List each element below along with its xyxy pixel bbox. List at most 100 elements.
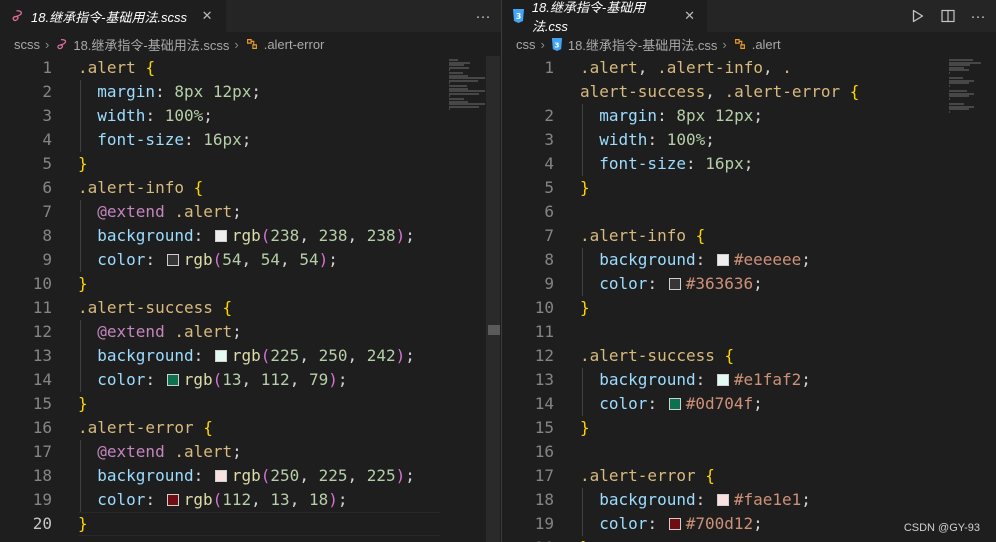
code-line[interactable]: 14 color: rgb(13, 112, 79); xyxy=(0,368,501,392)
code-line[interactable]: 9 color: rgb(54, 54, 54); xyxy=(0,248,501,272)
code-line[interactable]: 7 @extend .alert; xyxy=(0,200,501,224)
code-line[interactable]: 4 font-size: 16px; xyxy=(502,152,996,176)
code-line[interactable]: 1 .alert, .alert-info, . xyxy=(502,56,996,80)
color-swatch[interactable] xyxy=(214,470,227,482)
code-line[interactable]: 15} xyxy=(502,416,996,440)
code-line[interactable]: 14 color: #0d704f; xyxy=(502,392,996,416)
breadcrumb-symbol[interactable]: .alert-error xyxy=(264,37,325,52)
code-line[interactable]: alert-success, .alert-error { xyxy=(502,80,996,104)
code-text: background: rgb(250, 225, 225); xyxy=(78,466,415,485)
color-swatch[interactable] xyxy=(166,494,179,506)
minimap-line xyxy=(949,69,969,72)
code-text: @extend .alert; xyxy=(78,322,242,341)
line-number: 5 xyxy=(42,154,52,173)
vertical-scrollbar[interactable] xyxy=(486,56,500,542)
line-number: 10 xyxy=(32,274,52,293)
code-line[interactable]: 16 .alert-error { xyxy=(0,416,501,440)
code-line[interactable]: 18 background: #fae1e1; xyxy=(502,488,996,512)
color-swatch[interactable] xyxy=(716,494,729,506)
code-line[interactable]: 6 xyxy=(502,200,996,224)
more-actions-icon[interactable]: ··· xyxy=(970,8,986,25)
code-line[interactable]: 2 margin: 8px 12px; xyxy=(502,104,996,128)
code-line[interactable]: 11 xyxy=(502,320,996,344)
code-line[interactable]: 7 .alert-info { xyxy=(502,224,996,248)
line-number: 14 xyxy=(534,394,554,413)
color-swatch[interactable] xyxy=(214,350,227,362)
code-line[interactable]: 20} xyxy=(502,536,996,542)
close-icon[interactable]: ✕ xyxy=(199,8,215,24)
minimap-line xyxy=(949,111,951,113)
code-line[interactable]: 4 font-size: 16px; xyxy=(0,128,501,152)
code-line[interactable]: 12 @extend .alert; xyxy=(0,320,501,344)
code-line[interactable]: 13 background: rgb(225, 250, 242); xyxy=(0,344,501,368)
run-icon[interactable] xyxy=(910,8,926,24)
line-number: 11 xyxy=(32,298,52,317)
tab-scss-file[interactable]: 18.继承指令-基础用法.scss ✕ xyxy=(0,0,226,32)
code-line[interactable]: 8 background: #eeeeee; xyxy=(502,248,996,272)
code-line[interactable]: 8 background: rgb(238, 238, 238); xyxy=(0,224,501,248)
minimap-line xyxy=(949,72,951,74)
color-swatch[interactable] xyxy=(668,278,681,290)
minimap-line xyxy=(449,79,478,82)
code-line[interactable]: 12 .alert-success { xyxy=(502,344,996,368)
code-line[interactable]: 20} xyxy=(0,512,501,536)
code-line[interactable]: 2 margin: 8px 12px; xyxy=(0,80,501,104)
code-text: color: rgb(112, 13, 18); xyxy=(78,490,348,509)
split-editor-icon[interactable] xyxy=(940,8,956,24)
code-line[interactable]: 1 .alert { xyxy=(0,56,501,80)
chevron-right-icon: › xyxy=(45,36,50,52)
color-swatch[interactable] xyxy=(716,254,729,266)
code-line[interactable]: 3 width: 100%; xyxy=(502,128,996,152)
code-line[interactable]: 5} xyxy=(502,176,996,200)
code-line[interactable]: 16 xyxy=(502,440,996,464)
code-line[interactable]: 11 .alert-success { xyxy=(0,296,501,320)
code-text: } xyxy=(580,418,590,437)
breadcrumb-file[interactable]: 18.继承指令-基础用法.scss xyxy=(73,35,229,54)
breadcrumb-symbol[interactable]: .alert xyxy=(752,37,781,52)
code-line[interactable]: 17 .alert-error { xyxy=(502,464,996,488)
editor-actions: ··· xyxy=(475,0,491,32)
code-text: } xyxy=(78,514,88,533)
code-editor-css[interactable]: 1 .alert, .alert-info, . alert-success, .a… xyxy=(502,56,996,542)
color-swatch[interactable] xyxy=(716,374,729,386)
line-number: 5 xyxy=(544,178,554,197)
color-swatch[interactable] xyxy=(166,254,179,266)
color-swatch[interactable] xyxy=(668,518,681,530)
more-actions-icon[interactable]: ··· xyxy=(475,8,491,25)
code-line[interactable]: 6 .alert-info { xyxy=(0,176,501,200)
scrollbar-thumb[interactable] xyxy=(488,325,500,335)
code-line[interactable]: 10} xyxy=(502,296,996,320)
sass-icon xyxy=(9,9,25,23)
code-line[interactable]: 17 @extend .alert; xyxy=(0,440,501,464)
current-line-highlight xyxy=(78,512,440,536)
code-text: } xyxy=(580,178,590,197)
code-line[interactable]: 19 color: rgb(112, 13, 18); xyxy=(0,488,501,512)
minimap-line xyxy=(449,92,479,95)
line-number: 6 xyxy=(42,178,52,197)
line-number: 15 xyxy=(32,394,52,413)
symbol-class-icon xyxy=(245,37,259,51)
color-swatch[interactable] xyxy=(166,374,179,386)
code-line[interactable]: 18 background: rgb(250, 225, 225); xyxy=(0,464,501,488)
breadcrumb-folder[interactable]: css xyxy=(516,37,536,52)
code-line[interactable]: 15} xyxy=(0,392,501,416)
code-editor-scss[interactable]: 1 .alert {2 margin: 8px 12px; 3 width: 100… xyxy=(0,56,501,542)
line-number: 12 xyxy=(32,322,52,341)
line-number: 4 xyxy=(544,154,554,173)
code-line[interactable]: 3 width: 100%; xyxy=(0,104,501,128)
breadcrumb-folder[interactable]: scss xyxy=(14,37,40,52)
breadcrumb-file[interactable]: 18.继承指令-基础用法.css xyxy=(568,35,718,54)
color-swatch[interactable] xyxy=(668,398,681,410)
code-text: .alert-error { xyxy=(78,418,213,437)
code-line[interactable]: 9 color: #363636; xyxy=(502,272,996,296)
code-line[interactable]: 13 background: #e1faf2; xyxy=(502,368,996,392)
code-text: margin: 8px 12px; xyxy=(580,106,764,125)
code-line[interactable]: 5} xyxy=(0,152,501,176)
close-icon[interactable]: ✕ xyxy=(682,8,697,24)
tab-css-file[interactable]: 3 18.继承指令-基础用法.css ✕ xyxy=(502,0,707,34)
css-icon: 3 xyxy=(511,9,526,23)
code-line[interactable]: 10} xyxy=(0,272,501,296)
color-swatch[interactable] xyxy=(214,230,227,242)
code-text: .alert-info { xyxy=(580,226,706,245)
minimap[interactable] xyxy=(948,56,996,116)
